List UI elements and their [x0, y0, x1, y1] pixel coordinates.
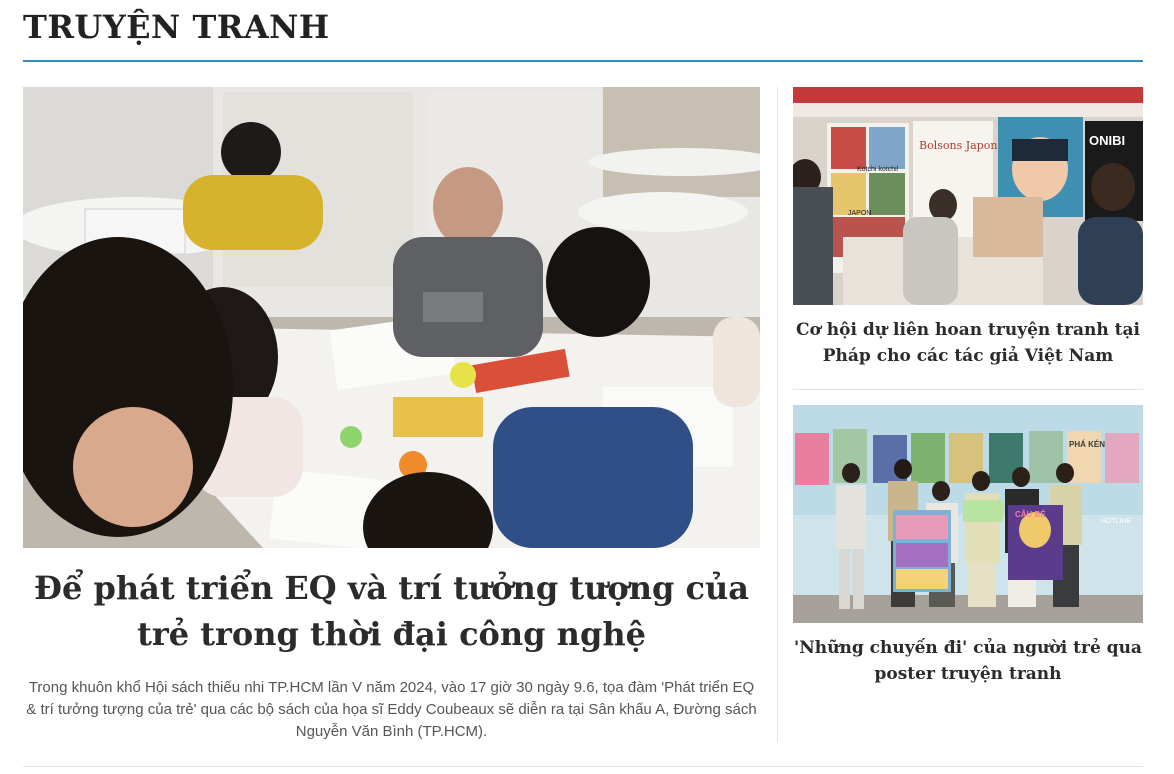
main-story-image[interactable]	[23, 87, 760, 548]
main-story: Để phát triển EQ và trí tưởng tượng của …	[23, 87, 760, 740]
sign-kotchi: Kotchi kotchi!	[857, 166, 899, 173]
sign-onibi: ONIBI	[1089, 133, 1125, 148]
main-story-description: Trong khuôn khổ Hội sách thiếu nhi TP.HC…	[26, 679, 757, 740]
section-title[interactable]: TRUYỆN TRANH	[23, 8, 330, 46]
column-divider	[777, 87, 778, 742]
main-story-title[interactable]: Để phát triển EQ và trí tưởng tượng của …	[23, 565, 760, 657]
workshop-photo	[23, 87, 760, 548]
sign-japon: JAPON	[848, 210, 871, 217]
side-story-1-title[interactable]: Cơ hội dự liên hoan truyện tranh tại Phá…	[793, 317, 1143, 369]
side-story-1-image[interactable]: Kotchi kotchi! JAPON Bolsons Japon ONIBI	[793, 87, 1143, 305]
side-story-1: Kotchi kotchi! JAPON Bolsons Japon ONIBI…	[793, 87, 1143, 369]
sign-phaken: PHÁ KÉN	[1069, 440, 1105, 449]
side-story-2-title[interactable]: 'Những chuyến đi' của người trẻ qua post…	[793, 635, 1143, 687]
section-header: TRUYỆN TRANH	[23, 0, 1143, 62]
comic-festival-photo: Kotchi kotchi! JAPON Bolsons Japon ONIBI	[793, 87, 1143, 305]
side-divider	[793, 389, 1143, 390]
sign-bolsons: Bolsons Japon	[919, 139, 997, 152]
sign-cau-be: CẬU BÉ	[1015, 510, 1046, 519]
side-story-2: PHÁ KÉN HOTLINE CẬU BÉ 'Những chuyến đi'…	[793, 405, 1143, 687]
bottom-divider	[23, 766, 1143, 767]
sign-hotline: HOTLINE	[1101, 518, 1132, 525]
poster-exhibition-photo: PHÁ KÉN HOTLINE CẬU BÉ	[793, 405, 1143, 623]
side-story-2-image[interactable]: PHÁ KÉN HOTLINE CẬU BÉ	[793, 405, 1143, 623]
